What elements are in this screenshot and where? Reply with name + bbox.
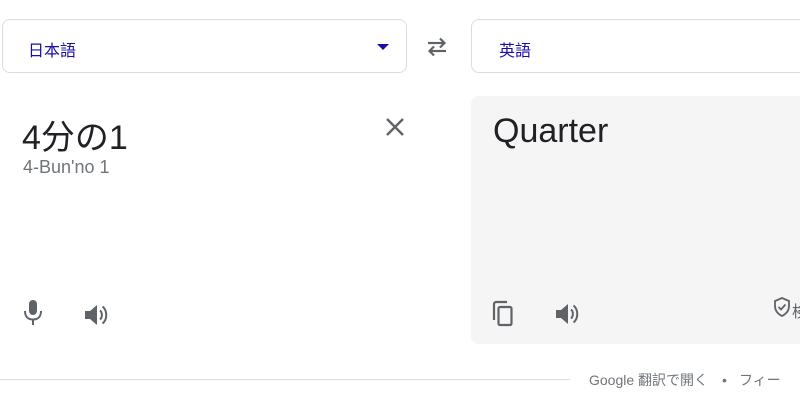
translation-panel: Quarter 検	[471, 96, 800, 344]
speaker-icon	[85, 305, 108, 325]
chevron-down-icon	[377, 44, 389, 50]
listen-translation-button[interactable]	[553, 300, 583, 328]
footer-divider	[0, 379, 570, 380]
source-text[interactable]: 4分の1	[22, 110, 128, 159]
translate-widget: 日本語 英語 4分の1 4-Bun'no 1 Quarter Google 翻訳…	[0, 0, 800, 419]
copy-translation-button[interactable]	[489, 299, 517, 329]
close-icon	[386, 118, 404, 136]
clear-text-button[interactable]	[382, 114, 408, 140]
listen-source-button[interactable]	[82, 301, 112, 329]
verified-label: 検	[792, 298, 800, 322]
swap-languages-button[interactable]	[422, 32, 452, 62]
speaker-icon	[556, 304, 579, 324]
footer-links: Google 翻訳で開く • フィー	[589, 370, 781, 390]
copy-icon	[492, 300, 513, 327]
source-romanization: 4-Bun'no 1	[23, 157, 110, 177]
open-in-google-translate-link[interactable]: Google 翻訳で開く	[589, 370, 708, 390]
feedback-link[interactable]: フィー	[739, 370, 781, 390]
footer-separator: •	[722, 372, 727, 388]
source-language-label: 日本語	[28, 43, 77, 60]
translated-text: Quarter	[493, 112, 609, 150]
verified-shield-icon	[771, 296, 793, 318]
target-language-label: 英語	[499, 43, 532, 60]
target-language-select[interactable]: 英語	[471, 19, 800, 73]
microphone-icon	[24, 300, 42, 325]
source-language-select[interactable]: 日本語	[2, 19, 407, 73]
voice-input-button[interactable]	[19, 298, 47, 328]
swap-icon	[427, 37, 447, 57]
